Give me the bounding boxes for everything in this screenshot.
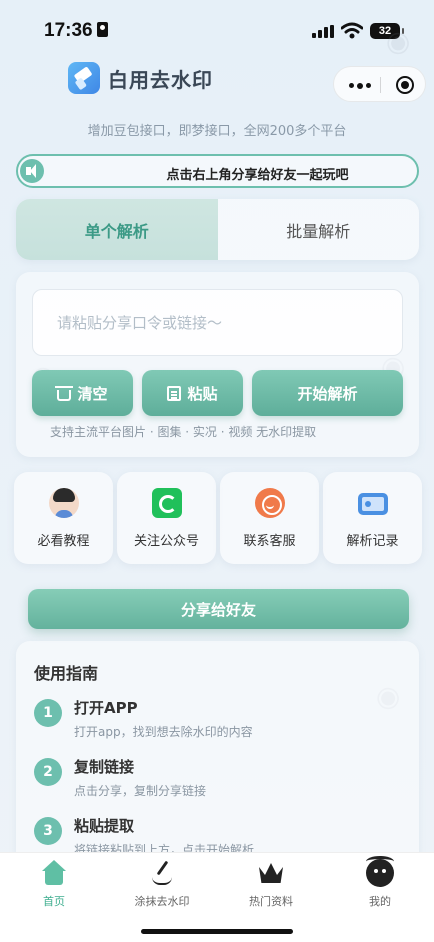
start-button-label: 开始解析 [297, 384, 358, 403]
status-time: 17:36 [44, 20, 108, 42]
step-number: 1 [34, 699, 62, 727]
close-miniprogram-button[interactable] [396, 76, 414, 94]
step-desc: 点击分享，复制分享链接 [74, 784, 207, 798]
speaker-icon [20, 159, 44, 183]
nav-smear-watermark[interactable]: 涂抹去水印 [108, 859, 216, 909]
start-parse-button[interactable]: 开始解析 [252, 370, 403, 416]
battery-icon: 32 [370, 23, 404, 39]
mini-program-capsule [333, 66, 426, 102]
wechat-icon [152, 488, 182, 518]
cellular-signal-icon [312, 25, 334, 38]
paste-button[interactable]: 粘贴 [142, 370, 243, 416]
step-number: 3 [34, 817, 62, 845]
step-title: 打开APP [74, 699, 138, 717]
quick-action-follow-account[interactable]: 关注公众号 [117, 472, 216, 564]
support-hint: 支持主流平台图片 · 图集 · 实况 · 视频 无水印提取 [50, 425, 317, 439]
quick-action-customer-service[interactable]: 联系客服 [220, 472, 319, 564]
parse-mode-tabs: 单个解析 批量解析 [16, 199, 419, 260]
step-title: 复制链接 [74, 758, 135, 776]
quick-action-parse-history[interactable]: 解析记录 [323, 472, 422, 564]
tab-single-parse[interactable]: 单个解析 [16, 199, 218, 260]
nav-hot-resources[interactable]: 热门资料 [217, 859, 325, 909]
share-link-input[interactable] [32, 289, 403, 356]
status-bar: 17:36 32 [0, 0, 434, 60]
paste-button-label: 粘贴 [187, 384, 218, 403]
time-text: 17:36 [44, 20, 93, 41]
quick-action-label: 关注公众号 [133, 534, 199, 549]
quick-action-label: 解析记录 [346, 534, 399, 549]
app-title: 白用去水印 [108, 68, 213, 92]
battery-level: 32 [378, 25, 392, 37]
nav-label: 我的 [369, 895, 391, 908]
quick-action-label: 必看教程 [37, 534, 90, 549]
app-logo-icon [68, 62, 100, 94]
eraser-icon [74, 67, 92, 90]
app-subtitle: 增加豆包接口，即梦接口，全网200多个平台 [87, 124, 347, 139]
crown-icon [257, 859, 285, 887]
avatar-icon [49, 488, 79, 518]
wifi-icon [341, 22, 363, 39]
nav-label: 首页 [43, 895, 65, 908]
record-icon [358, 493, 388, 515]
notice-text: 点击右上角分享给好友一起玩吧 [166, 168, 349, 183]
step-desc: 打开app，找到想去除水印的内容 [74, 725, 253, 739]
quick-action-tutorial[interactable]: 必看教程 [14, 472, 113, 564]
home-indicator[interactable] [141, 929, 293, 934]
guide-title: 使用指南 [34, 664, 99, 683]
tab-batch-parse[interactable]: 批量解析 [218, 199, 420, 260]
home-icon [40, 859, 68, 887]
profile-icon [366, 856, 394, 887]
share-notice-bar: 点击右上角分享给好友一起玩吧 [16, 154, 419, 188]
more-button[interactable] [349, 82, 371, 89]
clear-button[interactable]: 清空 [32, 370, 133, 416]
service-icon [255, 488, 285, 518]
nav-label: 热门资料 [249, 895, 293, 908]
nav-home[interactable]: 首页 [0, 859, 108, 909]
step-number: 2 [34, 758, 62, 786]
parse-card: 清空 粘贴 开始解析 支持主流平台图片 · 图集 · 实况 · 视频 无水印提取 [16, 272, 419, 457]
id-card-icon [96, 22, 108, 37]
clear-button-label: 清空 [77, 384, 108, 403]
step-title: 粘贴提取 [74, 817, 135, 835]
quick-action-label: 联系客服 [243, 534, 296, 549]
trash-icon [55, 385, 74, 401]
nav-profile[interactable]: 我的 [326, 856, 434, 909]
paste-icon [167, 385, 182, 401]
capsule-divider [380, 77, 381, 93]
brush-icon [148, 859, 176, 887]
share-to-friends-button[interactable]: 分享给好友 [28, 589, 409, 629]
nav-label: 涂抹去水印 [134, 895, 190, 908]
